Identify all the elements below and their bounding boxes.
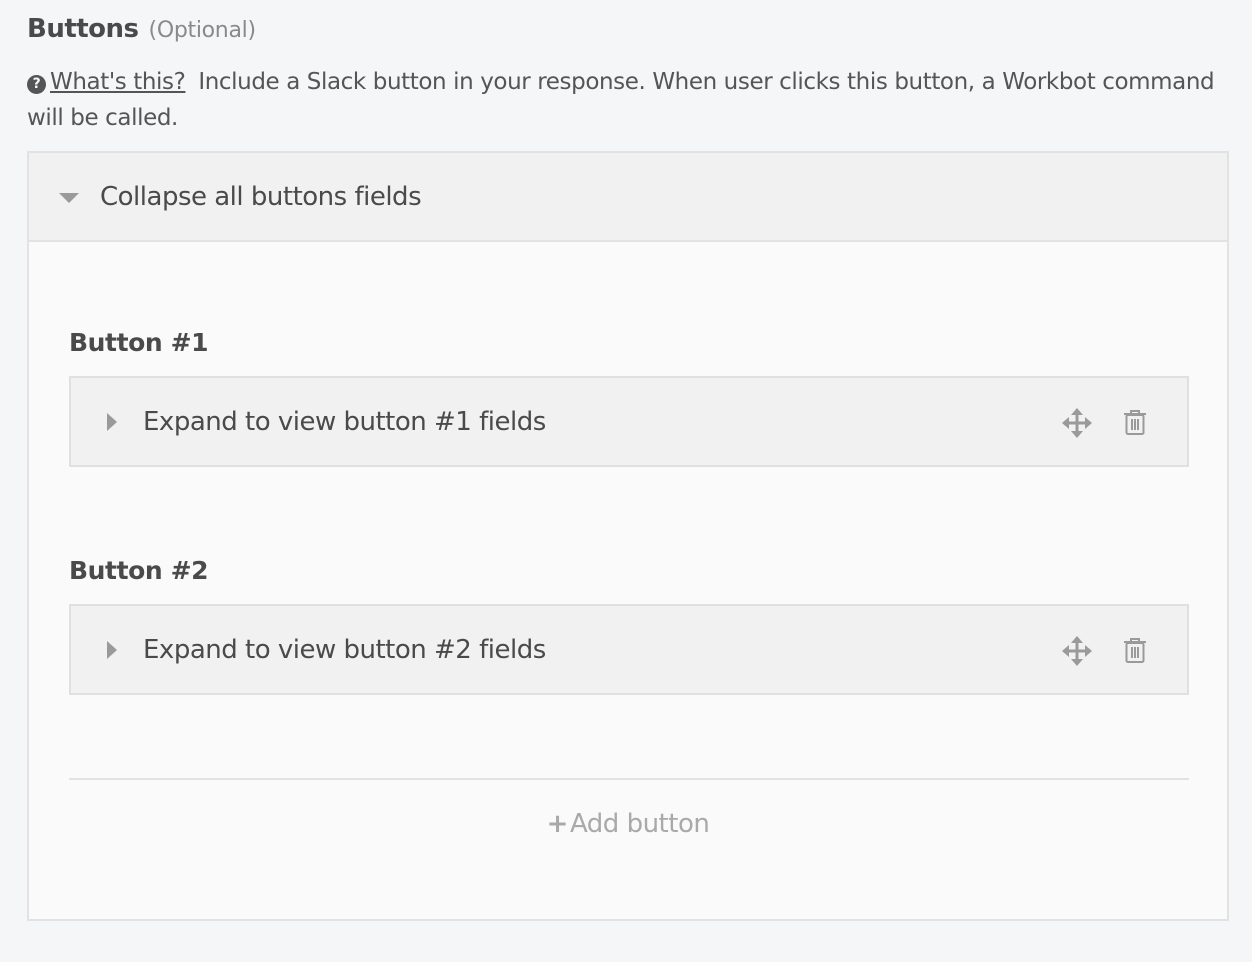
trash-icon[interactable]	[1123, 409, 1147, 435]
divider	[69, 778, 1189, 780]
buttons-panel: Collapse all buttons fields Button #1 Ex…	[27, 151, 1229, 921]
help-text: Include a Slack button in your response.…	[27, 69, 1215, 131]
add-button[interactable]: +Add button	[29, 809, 1227, 839]
button-2-section: Button #2 Expand to view button #2 field…	[69, 556, 1189, 695]
expand-button-2-row[interactable]: Expand to view button #2 fields	[69, 604, 1189, 695]
field-header: Buttons (Optional)	[27, 14, 1229, 50]
whats-this-link[interactable]: What's this?	[50, 69, 186, 95]
collapse-all-label: Collapse all buttons fields	[100, 181, 422, 212]
expand-button-1-row[interactable]: Expand to view button #1 fields	[69, 376, 1189, 467]
help-hint: ? What's this? Include a Slack button in …	[27, 64, 1229, 136]
caret-right-icon	[107, 412, 117, 431]
plus-icon: +	[546, 809, 569, 839]
move-icon[interactable]	[1062, 636, 1092, 666]
trash-icon[interactable]	[1123, 637, 1147, 663]
optional-label: (Optional)	[148, 18, 256, 43]
button-1-title: Button #1	[69, 328, 209, 357]
collapse-all-toggle[interactable]: Collapse all buttons fields	[29, 153, 1227, 242]
button-1-section: Button #1 Expand to view button #1 field…	[69, 328, 1189, 467]
buttons-field: Buttons (Optional) ? What's this? Include…	[27, 14, 1229, 921]
expand-button-2-label: Expand to view button #2 fields	[143, 634, 546, 665]
expand-button-1-label: Expand to view button #1 fields	[143, 406, 546, 437]
add-button-label: Add button	[569, 809, 710, 839]
field-title: Buttons	[27, 14, 139, 44]
move-icon[interactable]	[1062, 408, 1092, 438]
question-circle-icon: ?	[27, 75, 46, 94]
button-2-title: Button #2	[69, 556, 209, 585]
caret-right-icon	[107, 640, 117, 659]
caret-down-icon	[59, 193, 79, 203]
